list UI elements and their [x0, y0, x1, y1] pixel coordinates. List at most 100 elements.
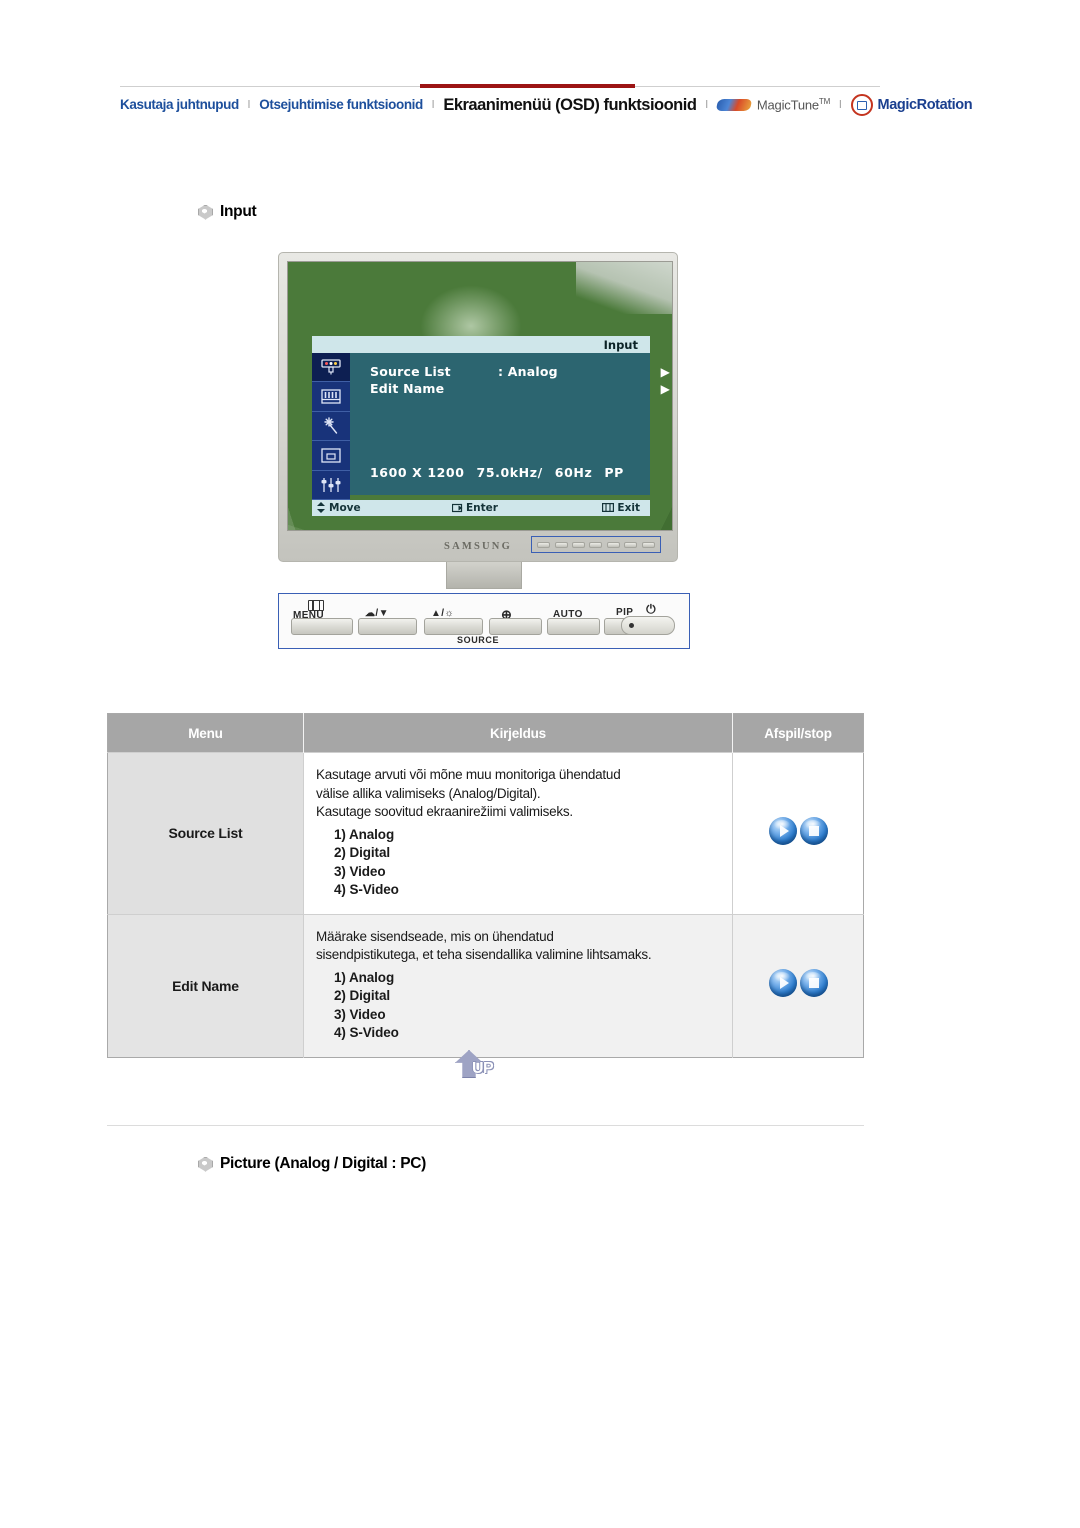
table-header-play-stop: Afspil/stop	[732, 713, 864, 753]
nav-link-magictune[interactable]: MagicTuneTM	[756, 97, 831, 113]
table-header-row: Menu Kirjeldus Afspil/stop	[107, 713, 864, 753]
nav-link-direct-functions[interactable]: Otsejuhtimise funktsioonid	[259, 98, 423, 112]
up-button-label: UP	[472, 1060, 494, 1077]
osd-icon-picture[interactable]	[312, 382, 350, 412]
bezel-button[interactable]	[554, 541, 568, 548]
bezel-button[interactable]	[606, 541, 620, 548]
control-button-down[interactable]	[358, 618, 417, 635]
osd-category-icons	[312, 353, 350, 500]
scroll-to-top-button[interactable]: UP	[455, 1050, 517, 1084]
osd-right-arrow-icon: ▶	[660, 381, 670, 396]
osd-title-bar: Input	[312, 336, 650, 353]
nav-separator: l	[705, 98, 708, 111]
osd-frequency: 75.0kHz/	[476, 465, 543, 480]
osd-description-table: Menu Kirjeldus Afspil/stop Source List K…	[107, 713, 864, 1058]
control-button-menu[interactable]	[291, 618, 353, 635]
osd-source-list-label: Source List	[370, 364, 451, 379]
osd-main: Source List : Analog ▶ Edit Name ▶ 1600 …	[312, 353, 670, 500]
option-list: 1) Analog 2) Digital 3) Video 4) S-Video	[316, 969, 722, 1043]
bezel-power-button[interactable]	[641, 541, 655, 548]
osd-footer-move: Move	[316, 502, 361, 514]
page-heading-input-label: Input	[220, 203, 257, 220]
osd-refresh: 60Hz	[554, 465, 593, 480]
monitor-body: Input Source List: Analog ▶ Edit Name ▶…	[278, 252, 678, 562]
updown-arrow-icon	[317, 502, 325, 514]
play-button-icon[interactable]	[768, 816, 797, 845]
nav-separator: l	[839, 98, 842, 111]
table-cell-description-source-list: Kasutage arvuti või mõne muu monitoriga …	[303, 752, 733, 914]
control-button-source[interactable]	[489, 618, 542, 635]
bezel-button[interactable]	[537, 541, 551, 548]
play-button-icon[interactable]	[768, 969, 797, 997]
osd-source-list-value: : Analog	[498, 364, 558, 379]
nav-separator: l	[431, 98, 435, 111]
osd-icon-setup[interactable]	[312, 471, 350, 500]
menu-button-icon	[602, 503, 615, 513]
play-stop-button-group	[768, 969, 828, 997]
osd-row-source-list[interactable]: Source List : Analog ▶	[370, 364, 670, 379]
table-cell-play-stop	[732, 913, 864, 1057]
monitor-control-panel-diagram: MENU ☁/▼ ▲/☼ ⊕ SOURCE AUTO PIP ⏻	[278, 593, 690, 649]
section-divider	[107, 1125, 864, 1126]
control-label-source: SOURCE	[457, 635, 500, 645]
table-cell-menu-edit-name: Edit Name	[107, 913, 304, 1057]
nav-link-magicrotation[interactable]: MagicRotation	[878, 98, 973, 113]
osd-edit-name-label: Edit Name	[370, 381, 445, 396]
diamond-bullet-icon	[198, 204, 213, 220]
bezel-button-row-highlight[interactable]	[531, 536, 661, 553]
nav-current-page: Ekraanimenüü (OSD) funktsioonid	[443, 95, 697, 114]
osd-title-label: Input	[603, 337, 638, 352]
page-heading-picture-label: Picture (Analog / Digital : PC)	[220, 1155, 426, 1172]
magictune-tm: TM	[818, 97, 831, 107]
osd-footer-move-label: Move	[329, 501, 361, 514]
list-item: 1) Analog	[334, 969, 395, 985]
option-list: 1) Analog 2) Digital 3) Video 4) S-Video	[316, 826, 722, 900]
list-item: 2) Digital	[334, 988, 391, 1003]
osd-footer-exit: Exit	[602, 502, 640, 514]
table-header-menu: Menu	[107, 713, 304, 753]
monitor-illustration: Input Source List: Analog ▶ Edit Name ▶…	[278, 252, 690, 649]
control-button-power[interactable]	[621, 616, 675, 635]
desc-line: Kasutage arvuti või mõne muu monitoriga …	[316, 767, 621, 782]
table-cell-play-stop	[732, 752, 864, 914]
osd-icon-pip[interactable]	[312, 441, 350, 471]
monitor-screen: Input Source List: Analog ▶ Edit Name ▶…	[287, 261, 673, 531]
magictune-label: MagicTune	[756, 97, 819, 113]
list-item: 4) S-Video	[334, 1025, 399, 1040]
list-item: 3) Video	[334, 863, 386, 879]
control-button-auto[interactable]	[547, 618, 600, 635]
osd-right-arrow-icon: ▶	[660, 364, 670, 379]
desc-line: välise allika valimiseks (Analog/Digital…	[316, 785, 541, 801]
list-item: 2) Digital	[334, 845, 391, 860]
table-header-description: Kirjeldus	[303, 713, 733, 753]
bezel-button[interactable]	[624, 541, 638, 548]
monitor-bezel-bottom: SAMSUNG	[287, 531, 669, 561]
samsung-brand-label: SAMSUNG	[444, 540, 512, 552]
bezel-button[interactable]	[572, 541, 586, 548]
nav-links: Kasutaja juhtnupud l Otsejuhtimise funkt…	[120, 90, 973, 120]
magictune-logo-icon	[715, 99, 753, 111]
osd-icon-input[interactable]	[312, 353, 350, 383]
osd-row-edit-name[interactable]: Edit Name ▶	[370, 381, 670, 396]
bezel-button[interactable]	[589, 541, 603, 548]
osd-footer-enter-label: Enter	[466, 501, 498, 514]
table-row: Edit Name Määrake sisendseade, mis on üh…	[107, 913, 864, 1057]
table-cell-description-edit-name: Määrake sisendseade, mis on ühendatud si…	[303, 913, 733, 1057]
table-row: Source List Kasutage arvuti või mõne muu…	[107, 752, 864, 914]
osd-footer-exit-label: Exit	[617, 501, 640, 514]
control-button-up[interactable]	[424, 618, 483, 635]
diamond-bullet-icon	[198, 1156, 213, 1172]
osd-menu: Input Source List: Analog ▶ Edit Name ▶…	[312, 336, 670, 516]
stop-button-icon[interactable]	[799, 969, 828, 997]
wallpaper-sky	[576, 262, 672, 314]
osd-mode-info: 1600 X 1200 75.0kHz/60Hz PP	[370, 465, 636, 480]
list-item: 4) S-Video	[334, 882, 399, 897]
power-icon: ⏻	[646, 602, 656, 616]
osd-content: Source List : Analog ▶ Edit Name ▶ 1600 …	[350, 353, 670, 495]
osd-icon-color[interactable]	[312, 412, 350, 442]
desc-line: sisendpistikutega, et teha sisendallika …	[316, 947, 652, 962]
nav-active-underline	[420, 84, 635, 88]
nav-link-user-controls[interactable]: Kasutaja juhtnupud	[120, 98, 239, 112]
stop-button-icon[interactable]	[799, 816, 828, 845]
enter-arrow-icon	[452, 503, 463, 513]
